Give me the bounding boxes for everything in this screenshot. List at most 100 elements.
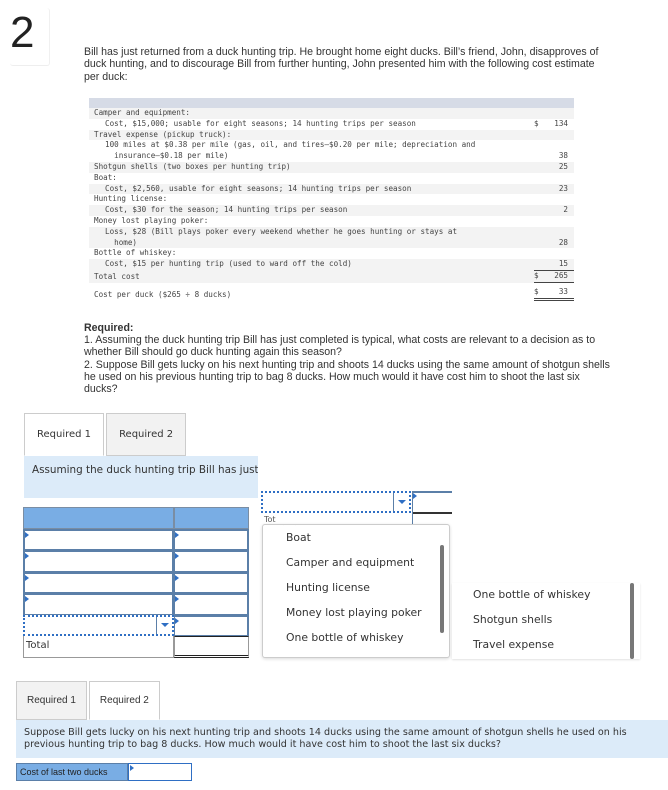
cost-item-select[interactable] — [23, 614, 174, 636]
cost-table-row: Travel expense (pickup truck): — [89, 129, 574, 141]
cost-row-currency: $ — [534, 118, 539, 128]
cost-total-row: Total cost $265 — [89, 269, 574, 283]
dropdown-option-poker[interactable]: Money lost playing poker — [286, 606, 422, 619]
table-edge-fragment — [412, 491, 452, 531]
required-section: Required: 1. Assuming the duck hunting t… — [84, 322, 614, 395]
dropdown-scrollbar[interactable] — [440, 545, 444, 633]
required-item-2: 2. Suppose Bill gets lucky on his next h… — [84, 358, 610, 396]
cost-table-row: Boat: — [89, 173, 574, 184]
cost-last-ducks-input[interactable] — [128, 763, 192, 781]
cost-row-description: Loss, $28 (Bill plays poker every weeken… — [105, 226, 458, 247]
cost-estimate-table: Camper and equipment: Cost, $15,000; usab… — [89, 98, 574, 301]
header-cell-amount — [174, 507, 249, 529]
dropdown-scrollbar[interactable] — [630, 583, 634, 659]
answer-row — [23, 550, 251, 572]
cost-amount-input[interactable] — [174, 614, 249, 636]
relevant-costs-table: Total — [23, 507, 251, 658]
tab-required-1[interactable]: Required 1 — [16, 681, 87, 720]
answer-row — [23, 571, 251, 593]
cost-item-input[interactable] — [23, 571, 174, 593]
cost-row-description: Camper and equipment: — [94, 108, 191, 117]
cost-total-currency: $ — [534, 270, 539, 280]
cost-row-description: Cost, $15 per hunting trip (used to ward… — [105, 259, 352, 269]
dropdown-option-boat[interactable]: Boat — [286, 531, 311, 544]
cost-row-currency — [534, 184, 548, 195]
cost-amount-input[interactable] — [174, 571, 249, 593]
cost-table-row: Cost, $15 per hunting trip (used to ward… — [89, 259, 574, 270]
cost-item-input[interactable] — [23, 593, 174, 615]
cost-table-row: Loss, $28 (Bill plays poker every weeken… — [89, 226, 574, 249]
cost-row-currency — [534, 238, 548, 249]
input-flag-icon — [25, 553, 29, 559]
cost-row-currency — [534, 205, 548, 216]
cost-amount-input[interactable] — [174, 550, 249, 572]
input-flag-icon — [130, 765, 134, 771]
cost-row-description: Boat: — [94, 172, 117, 182]
input-flag-icon — [175, 553, 179, 559]
cost-table-row: Bottle of whiskey: — [89, 248, 574, 259]
dropdown-option-whiskey[interactable]: One bottle of whiskey — [473, 588, 590, 601]
input-flag-icon — [25, 574, 29, 581]
cost-row-amount: 38 — [558, 151, 568, 161]
part1-prompt: Assuming the duck hunting trip Bill has … — [24, 456, 258, 498]
cost-amount-input[interactable] — [174, 593, 249, 615]
answer-row — [23, 528, 251, 550]
dropdown-option-shells[interactable]: Shotgun shells — [473, 613, 552, 626]
cost-row-currency — [534, 162, 548, 173]
dropdown-option-camper[interactable]: Camper and equipment — [286, 556, 414, 569]
intro-text: Bill has just returned from a duck hunti… — [84, 46, 599, 83]
dropdown-option-shells[interactable]: Shotgun shells — [286, 655, 365, 657]
header-cell-item — [23, 507, 174, 529]
cost-per-duck-label: Cost per duck ($265 ÷ 8 ducks) — [94, 289, 232, 299]
select-field[interactable] — [25, 617, 156, 635]
dropdown-pointer — [283, 525, 296, 531]
tab-required-2[interactable]: Required 2 — [88, 681, 160, 720]
input-flag-icon — [175, 574, 179, 581]
tab-required-2[interactable]: Required 2 — [106, 413, 187, 456]
dropdown-option-license[interactable]: Hunting license — [286, 581, 370, 594]
cost-row-description: Cost, $2,560, usable for eight seasons; … — [105, 183, 412, 193]
cost-row-description: Hunting license: — [94, 194, 168, 204]
required-item-1: 1. Assuming the duck hunting trip Bill h… — [84, 334, 596, 359]
cost-table-row: 100 miles at $0.38 per mile (gas, oil, a… — [89, 140, 574, 162]
answer-row — [23, 593, 251, 615]
part2-prompt: Suppose Bill gets lucky on his next hunt… — [16, 720, 668, 758]
cost-row-description: Cost, $30 for the season; 14 hunting tri… — [105, 205, 348, 215]
cost-row-amount: 23 — [558, 183, 568, 193]
part2-tabs: Required 1 Required 2 — [16, 681, 160, 720]
dropdown-options-list: Boat Camper and equipment Hunting licens… — [262, 524, 450, 658]
cost-item-dropdown-open[interactable] — [261, 491, 411, 513]
answer-row — [23, 614, 251, 636]
required-label: Required: — [84, 322, 134, 334]
total-row: Total — [23, 636, 251, 658]
dropdown-options-list-scrolled: One bottle of whiskey Shotgun shells Tra… — [452, 583, 640, 659]
cost-amount-input[interactable] — [174, 528, 249, 550]
dropdown-option-travel[interactable]: Travel expense — [473, 638, 554, 651]
input-flag-icon — [175, 617, 179, 624]
input-flag-icon — [25, 531, 29, 538]
total-label: Total — [23, 636, 174, 658]
part1-tabs: Required 1 Required 2 — [24, 413, 187, 456]
dropdown-arrow-icon[interactable] — [156, 616, 172, 634]
input-flag-icon — [175, 596, 179, 602]
cost-table-row: Money lost playing poker: — [89, 216, 574, 227]
cost-last-ducks-field: Cost of last two ducks — [16, 763, 192, 781]
cost-item-input[interactable] — [23, 528, 174, 550]
cost-total-label: Total cost — [94, 271, 140, 281]
cost-per-duck-amount: 33 — [558, 286, 568, 296]
tab-required-1[interactable]: Required 1 — [24, 413, 105, 456]
select-field[interactable] — [263, 493, 393, 511]
cost-table-row: Camper and equipment: — [89, 108, 574, 119]
cost-row-description: Bottle of whiskey: — [94, 248, 177, 258]
cost-row-description: Money lost playing poker: — [94, 215, 209, 225]
cost-item-input[interactable] — [23, 550, 174, 572]
dropdown-arrow-icon[interactable] — [393, 493, 409, 511]
relevant-costs-header — [23, 507, 251, 529]
cost-row-currency — [534, 151, 548, 162]
cost-row-description: Cost, $15,000; usable for eight seasons;… — [105, 118, 416, 128]
cost-row-currency — [534, 259, 548, 270]
dropdown-option-whiskey[interactable]: One bottle of whiskey — [286, 631, 403, 644]
cost-total-amount: 265 — [554, 270, 568, 280]
total-value — [174, 636, 249, 658]
cost-table-row: Cost, $30 for the season; 14 hunting tri… — [89, 205, 574, 216]
